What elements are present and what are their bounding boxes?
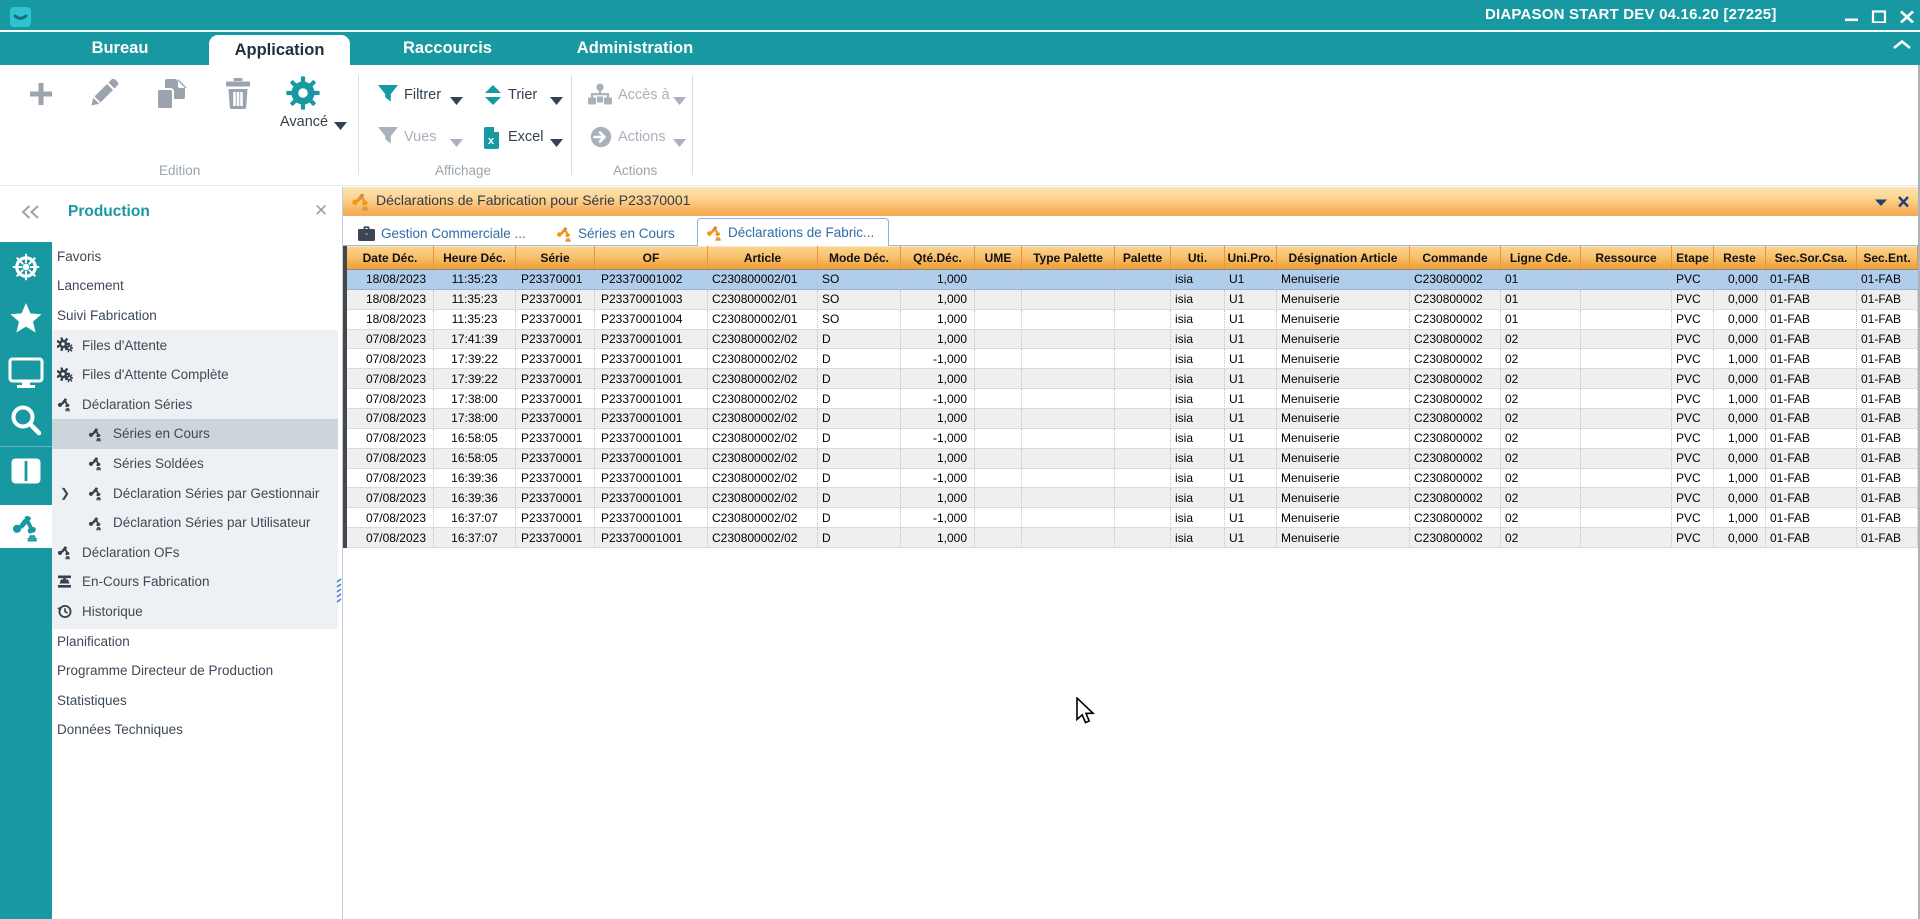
svg-text:x: x [488,135,495,147]
